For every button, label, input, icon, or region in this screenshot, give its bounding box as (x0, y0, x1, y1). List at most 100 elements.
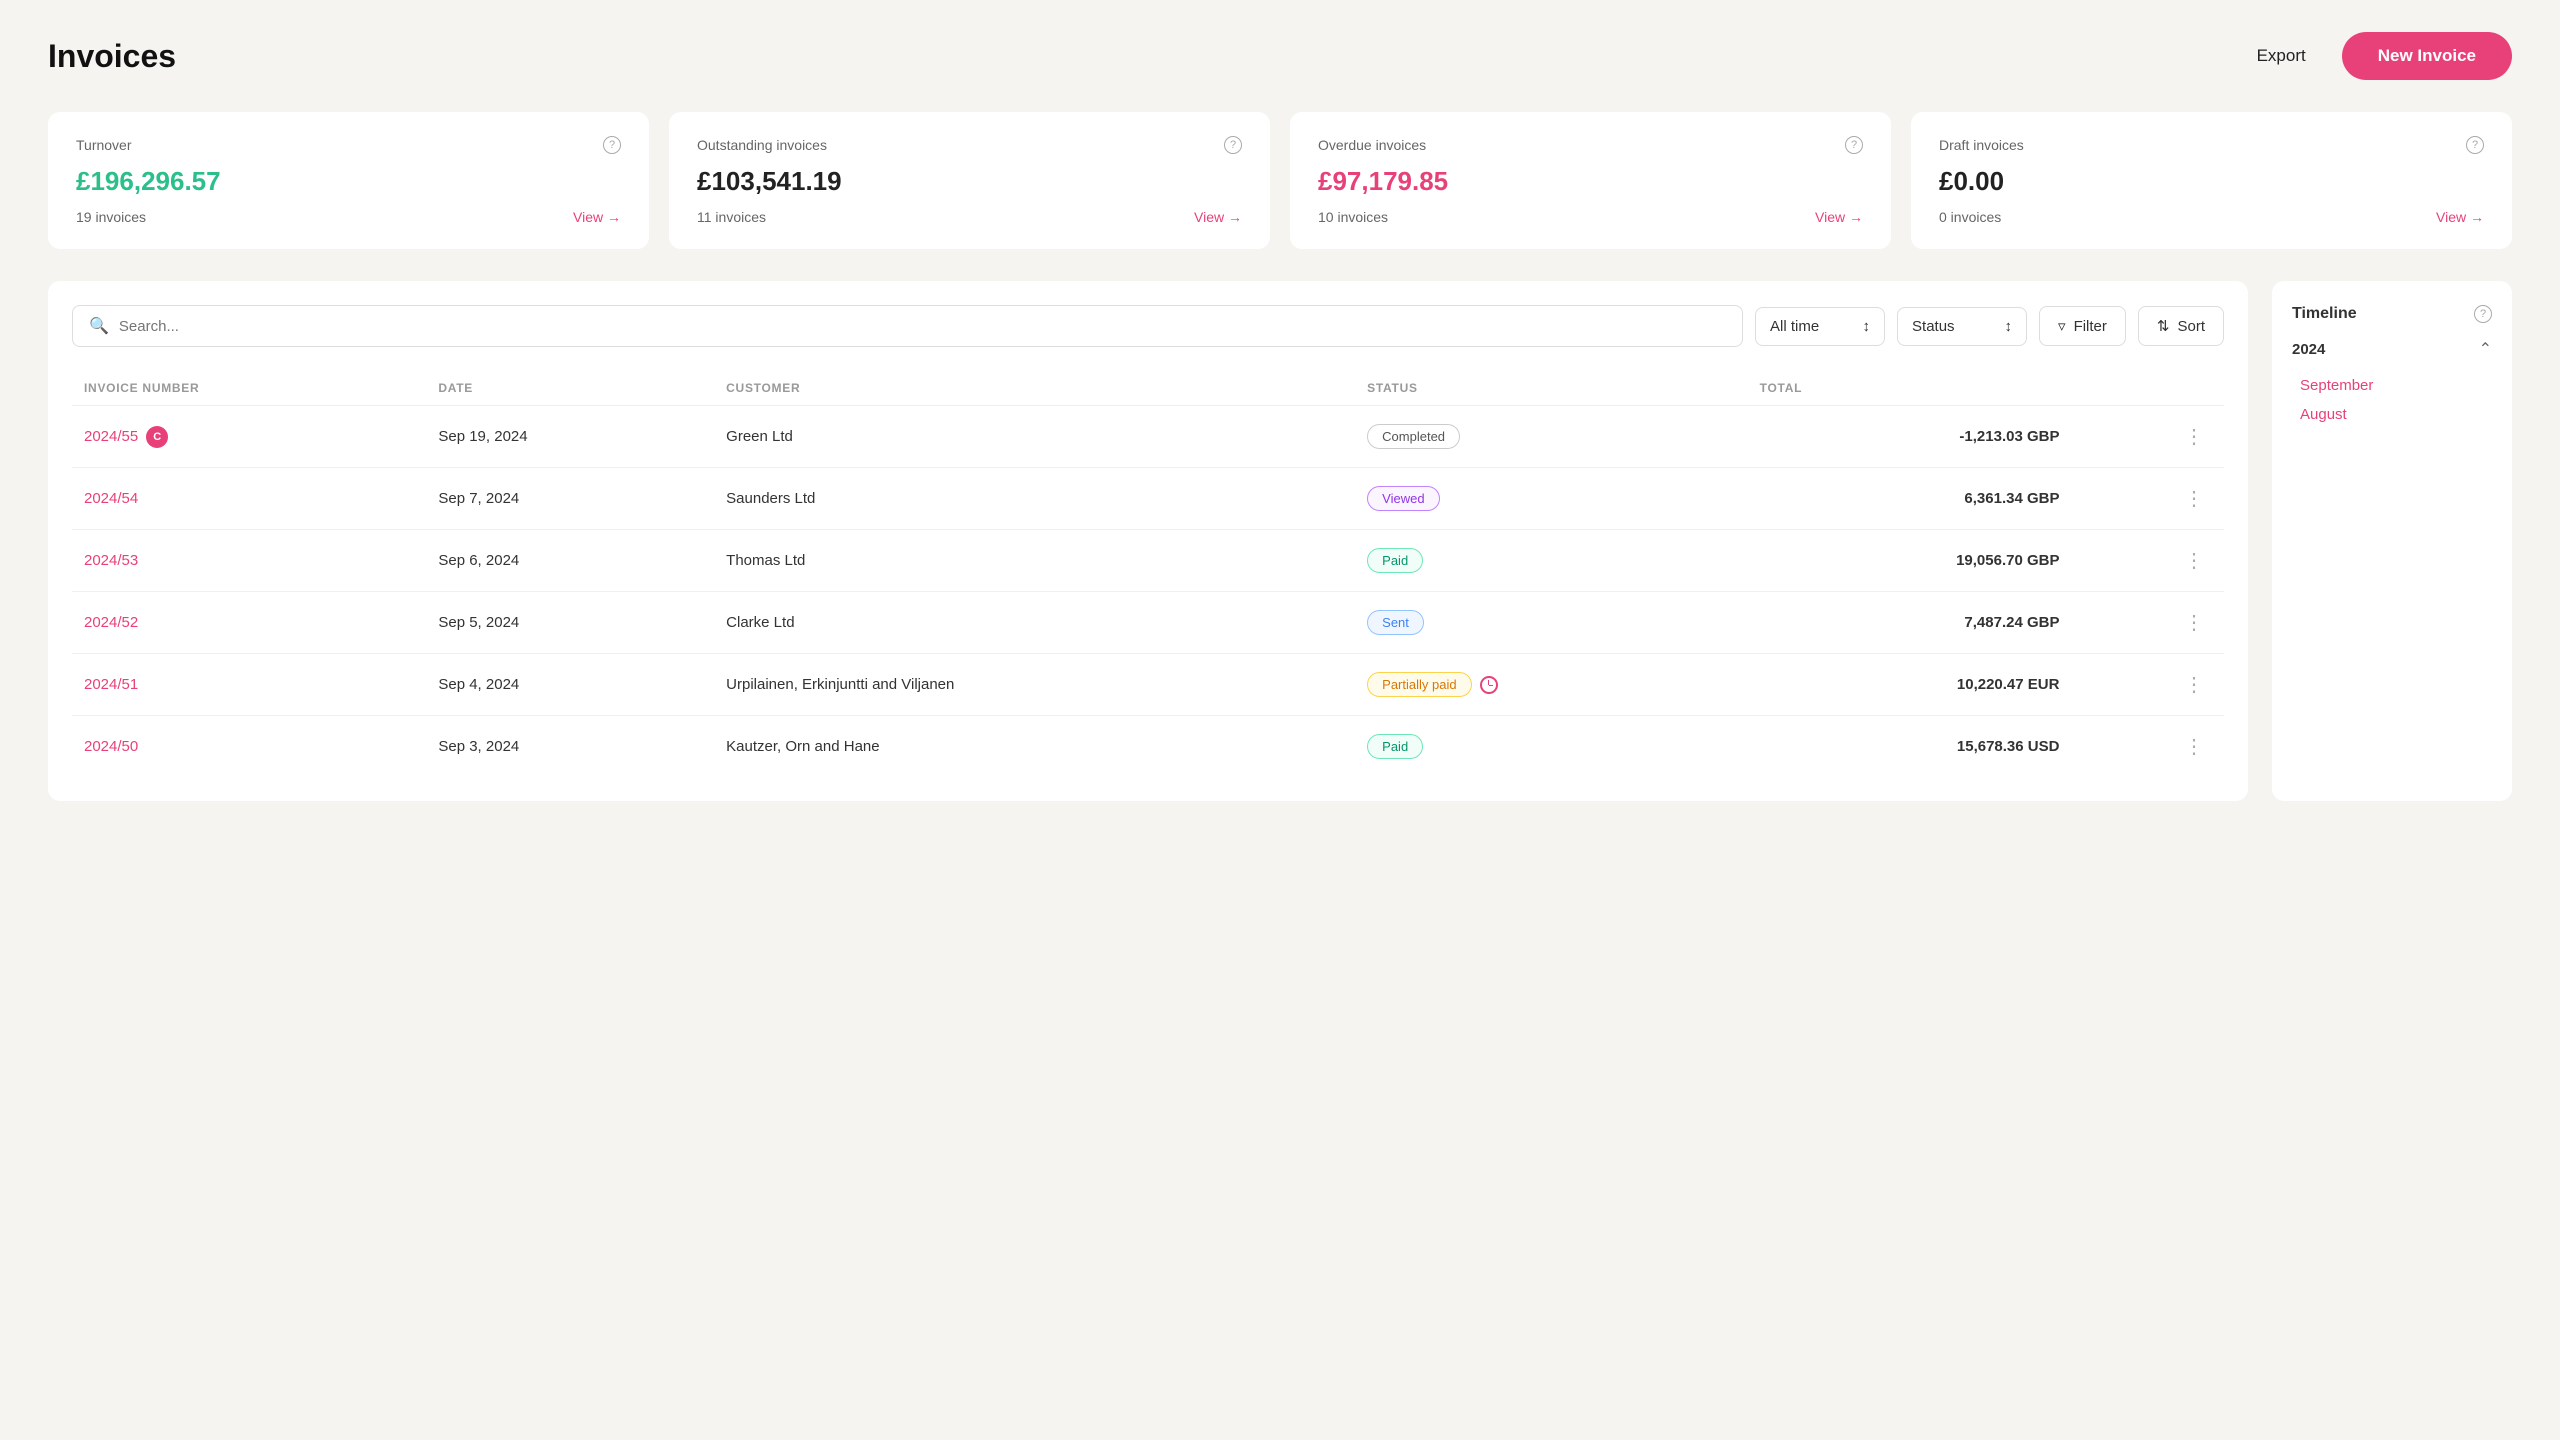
card-header: Outstanding invoices ? (697, 136, 1242, 154)
page-title: Invoices (48, 38, 176, 75)
timeline-title: Timeline (2292, 305, 2357, 323)
chevron-updown-icon2: ↕ (2005, 318, 2013, 335)
card-help-icon[interactable]: ? (603, 136, 621, 154)
invoice-customer-cell: Clarke Ltd (714, 592, 1355, 654)
customer-badge: C (146, 426, 168, 448)
table-header-row: INVOICE NUMBERDATECUSTOMERSTATUSTOTAL (72, 371, 2224, 406)
table-row: 2024/51Sep 4, 2024Urpilainen, Erkinjuntt… (72, 654, 2224, 716)
invoice-actions-cell: ⋮ (2071, 468, 2224, 530)
summary-card-1: Outstanding invoices ? £103,541.19 11 in… (669, 112, 1270, 249)
table-col-customer: CUSTOMER (714, 371, 1355, 406)
search-wrap: 🔍 (72, 305, 1743, 347)
invoice-panel: 🔍 All time ↕ Status ↕ ▿ Filter ⇅ Sort (48, 281, 2248, 801)
card-header: Overdue invoices ? (1318, 136, 1863, 154)
clock-icon (1480, 676, 1498, 694)
invoice-actions-cell: ⋮ (2071, 654, 2224, 716)
card-view-link[interactable]: View → (573, 209, 621, 225)
timeline-month-september[interactable]: September (2292, 371, 2492, 400)
invoice-actions-cell: ⋮ (2071, 716, 2224, 778)
invoice-number[interactable]: 2024/55 (84, 427, 138, 444)
invoice-number-cell: 2024/50 (72, 716, 426, 778)
chevron-updown-icon: ↕ (1863, 318, 1871, 335)
status-badge: Paid (1367, 734, 1423, 759)
new-invoice-button[interactable]: New Invoice (2342, 32, 2512, 80)
sort-icon: ⇅ (2157, 317, 2170, 335)
status-badge: Viewed (1367, 486, 1439, 511)
timeline-months: SeptemberAugust (2292, 371, 2492, 429)
table-col-invoice-number: INVOICE NUMBER (72, 371, 426, 406)
summary-card-2: Overdue invoices ? £97,179.85 10 invoice… (1290, 112, 1891, 249)
row-menu-button[interactable]: ⋮ (2176, 484, 2212, 514)
invoice-customer-cell: Green Ltd (714, 406, 1355, 468)
card-view-link[interactable]: View → (2436, 209, 2484, 225)
table-col-status: STATUS (1355, 371, 1748, 406)
filter-button[interactable]: ▿ Filter (2039, 306, 2126, 346)
invoice-total-cell: 7,487.24 GBP (1748, 592, 2072, 654)
sort-button[interactable]: ⇅ Sort (2138, 306, 2224, 346)
search-input[interactable] (119, 318, 1726, 335)
header-actions: Export New Invoice (2241, 32, 2512, 80)
invoice-number-cell: 2024/52 (72, 592, 426, 654)
export-button[interactable]: Export (2241, 36, 2322, 76)
card-amount: £97,179.85 (1318, 166, 1863, 197)
all-time-label: All time (1770, 318, 1819, 335)
row-menu-button[interactable]: ⋮ (2176, 608, 2212, 638)
card-header: Draft invoices ? (1939, 136, 2484, 154)
invoice-number[interactable]: 2024/53 (84, 552, 138, 569)
card-help-icon[interactable]: ? (1845, 136, 1863, 154)
filter-label: Filter (2074, 318, 2107, 335)
timeline-month-august[interactable]: August (2292, 400, 2492, 429)
row-menu-button[interactable]: ⋮ (2176, 546, 2212, 576)
card-view-link[interactable]: View → (1194, 209, 1242, 225)
card-help-icon[interactable]: ? (1224, 136, 1242, 154)
card-view-link[interactable]: View → (1815, 209, 1863, 225)
invoice-customer-cell: Saunders Ltd (714, 468, 1355, 530)
invoice-status-cell: Paid (1355, 530, 1748, 592)
table-row: 2024/52Sep 5, 2024Clarke LtdSent7,487.24… (72, 592, 2224, 654)
invoice-date-cell: Sep 7, 2024 (426, 468, 714, 530)
card-count: 11 invoices (697, 209, 766, 225)
table-row: 2024/50 Sep 3, 2024Kautzer, Orn and Hane P… (72, 716, 2224, 778)
table-row: 2024/54 Sep 7, 2024Saunders Ltd Viewed 6,36… (72, 468, 2224, 530)
invoice-date-cell: Sep 4, 2024 (426, 654, 714, 716)
status-badge: Partially paid (1367, 672, 1471, 697)
invoice-status-cell: Paid (1355, 716, 1748, 778)
table-col-actions (2071, 371, 2224, 406)
timeline-year-row[interactable]: 2024 ⌃ (2292, 339, 2492, 359)
invoice-customer-cell: Kautzer, Orn and Hane (714, 716, 1355, 778)
row-menu-button[interactable]: ⋮ (2176, 422, 2212, 452)
table-body: 2024/55CSep 19, 2024Green LtdCompleted-1… (72, 406, 2224, 778)
invoice-total-cell: 19,056.70 GBP (1748, 530, 2072, 592)
status-select[interactable]: Status ↕ (1897, 307, 2027, 346)
all-time-select[interactable]: All time ↕ (1755, 307, 1885, 346)
table-header: INVOICE NUMBERDATECUSTOMERSTATUSTOTAL (72, 371, 2224, 406)
timeline-collapse-button[interactable]: ⌃ (2479, 339, 2492, 359)
invoice-date-cell: Sep 3, 2024 (426, 716, 714, 778)
invoice-number[interactable]: 2024/54 (84, 490, 138, 507)
sort-label: Sort (2177, 318, 2205, 335)
invoice-table: INVOICE NUMBERDATECUSTOMERSTATUSTOTAL 20… (72, 371, 2224, 777)
card-amount: £103,541.19 (697, 166, 1242, 197)
invoice-total-cell: 10,220.47 EUR (1748, 654, 2072, 716)
card-footer: 11 invoices View → (697, 209, 1242, 225)
invoice-date-cell: Sep 19, 2024 (426, 406, 714, 468)
search-icon: 🔍 (89, 316, 109, 336)
invoice-total-cell: 6,361.34 GBP (1748, 468, 2072, 530)
invoice-actions-cell: ⋮ (2071, 592, 2224, 654)
invoice-number[interactable]: 2024/52 (84, 614, 138, 631)
timeline-help-icon[interactable]: ? (2474, 305, 2492, 323)
status-badge: Paid (1367, 548, 1423, 573)
invoice-number[interactable]: 2024/51 (84, 676, 138, 693)
invoice-actions-cell: ⋮ (2071, 406, 2224, 468)
card-label: Outstanding invoices (697, 137, 827, 153)
row-menu-button[interactable]: ⋮ (2176, 670, 2212, 700)
invoice-status-cell: Sent (1355, 592, 1748, 654)
card-amount: £0.00 (1939, 166, 2484, 197)
invoice-number[interactable]: 2024/50 (84, 738, 138, 755)
main-content: 🔍 All time ↕ Status ↕ ▿ Filter ⇅ Sort (48, 281, 2512, 801)
card-footer: 19 invoices View → (76, 209, 621, 225)
card-amount: £196,296.57 (76, 166, 621, 197)
row-menu-button[interactable]: ⋮ (2176, 732, 2212, 762)
timeline-panel: Timeline ? 2024 ⌃ SeptemberAugust (2272, 281, 2512, 801)
card-help-icon[interactable]: ? (2466, 136, 2484, 154)
